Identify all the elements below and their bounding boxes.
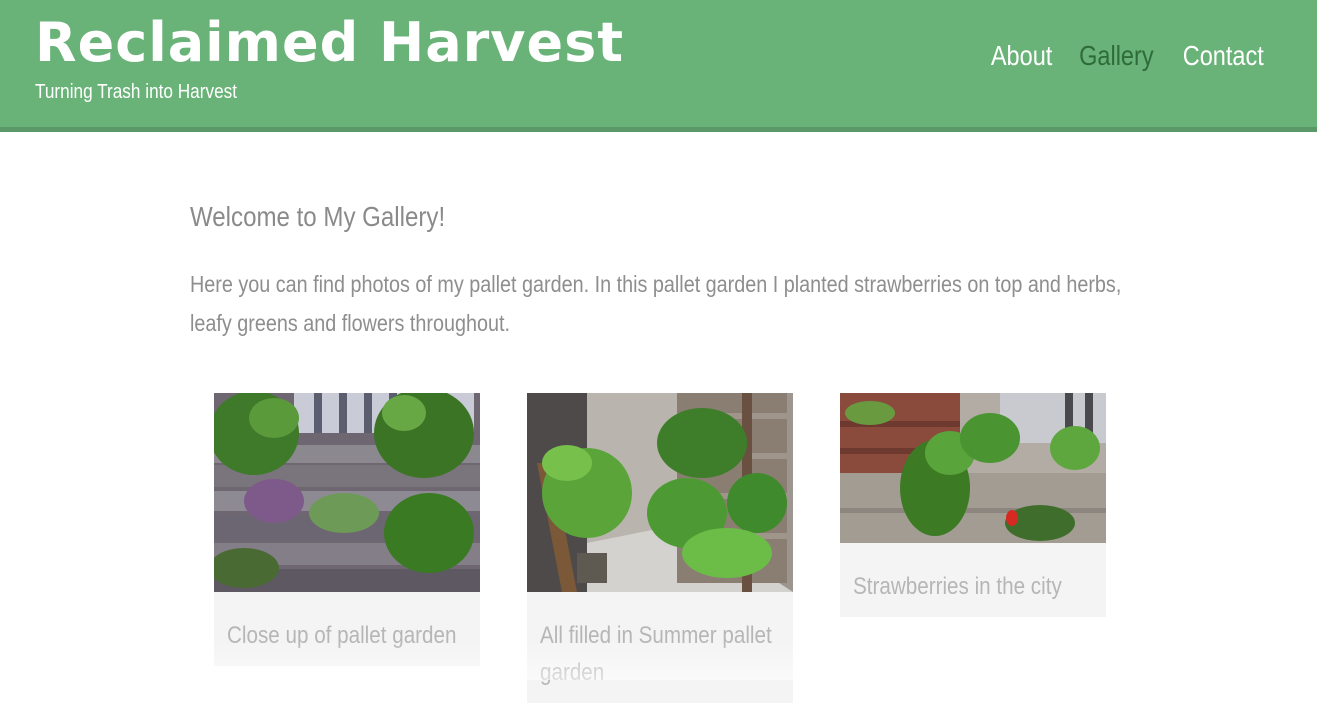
page-heading: Welcome to My Gallery! [190, 201, 446, 232]
main-nav: About Gallery Contact [990, 38, 1265, 74]
gallery-card[interactable]: All filled in Summer pallet garden [527, 393, 793, 703]
nav-link-about[interactable]: About [990, 38, 1051, 74]
gallery-card[interactable]: Strawberries in the city [840, 393, 1106, 617]
gallery-card[interactable]: Close up of pallet garden [214, 393, 480, 666]
nav-link-gallery[interactable]: Gallery [1079, 38, 1154, 74]
site-tagline: Turning Trash into Harvest [35, 81, 238, 103]
pallet-garden-closeup-photo[interactable] [214, 393, 480, 592]
site-header: Reclaimed Harvest Turning Trash into Har… [0, 0, 1317, 132]
gallery-caption: Close up of pallet garden [227, 622, 457, 649]
gallery-caption: All filled in Summer pallet garden [540, 622, 772, 686]
intro-text: Here you can find photos of my pallet ga… [190, 271, 1122, 336]
nav-link-contact[interactable]: Contact [1182, 38, 1263, 74]
strawberries-photo[interactable] [840, 393, 1106, 543]
gallery-caption: Strawberries in the city [853, 573, 1062, 600]
photo-gallery: Close up of pallet garden All filled in … [214, 393, 1106, 703]
summer-pallet-garden-photo[interactable] [527, 393, 793, 592]
main-content: Welcome to My Gallery! Here you can find… [190, 195, 1122, 343]
site-title[interactable]: Reclaimed Harvest [35, 10, 624, 76]
